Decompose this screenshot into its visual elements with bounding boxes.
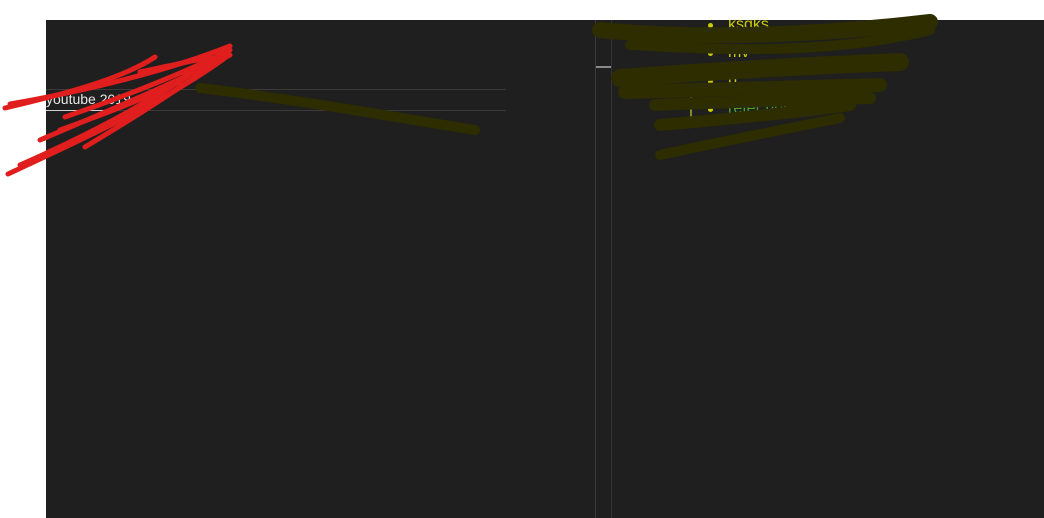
list-item[interactable]: mv [704,43,797,71]
bullet-icon [708,23,713,28]
app-window: youtube 2019 ksgks mv b refer here [46,20,1044,518]
list-item-label: refer here [728,100,798,117]
list-item[interactable]: refer here [704,99,797,127]
pane-divider[interactable] [595,20,596,518]
bullet-icon [708,79,713,84]
input-underline [46,110,106,111]
list-item-label: ksgks [728,20,769,33]
search-input-text[interactable]: youtube 2019 [46,91,131,107]
bullet-icon [708,107,713,112]
notes-pane: ksgks mv b refer here [612,20,1044,518]
list-item[interactable]: ksgks [704,20,797,43]
list-item-label: b [728,72,737,89]
resize-handle[interactable] [596,66,612,68]
list-item-label: mv [728,44,750,61]
search-row[interactable]: youtube 2019 [46,89,506,111]
bullet-icon [708,51,713,56]
editor-pane[interactable]: youtube 2019 [46,20,595,518]
text-cursor [690,94,692,121]
notes-list: ksgks mv b refer here [704,20,797,127]
list-item[interactable]: b [704,71,797,99]
